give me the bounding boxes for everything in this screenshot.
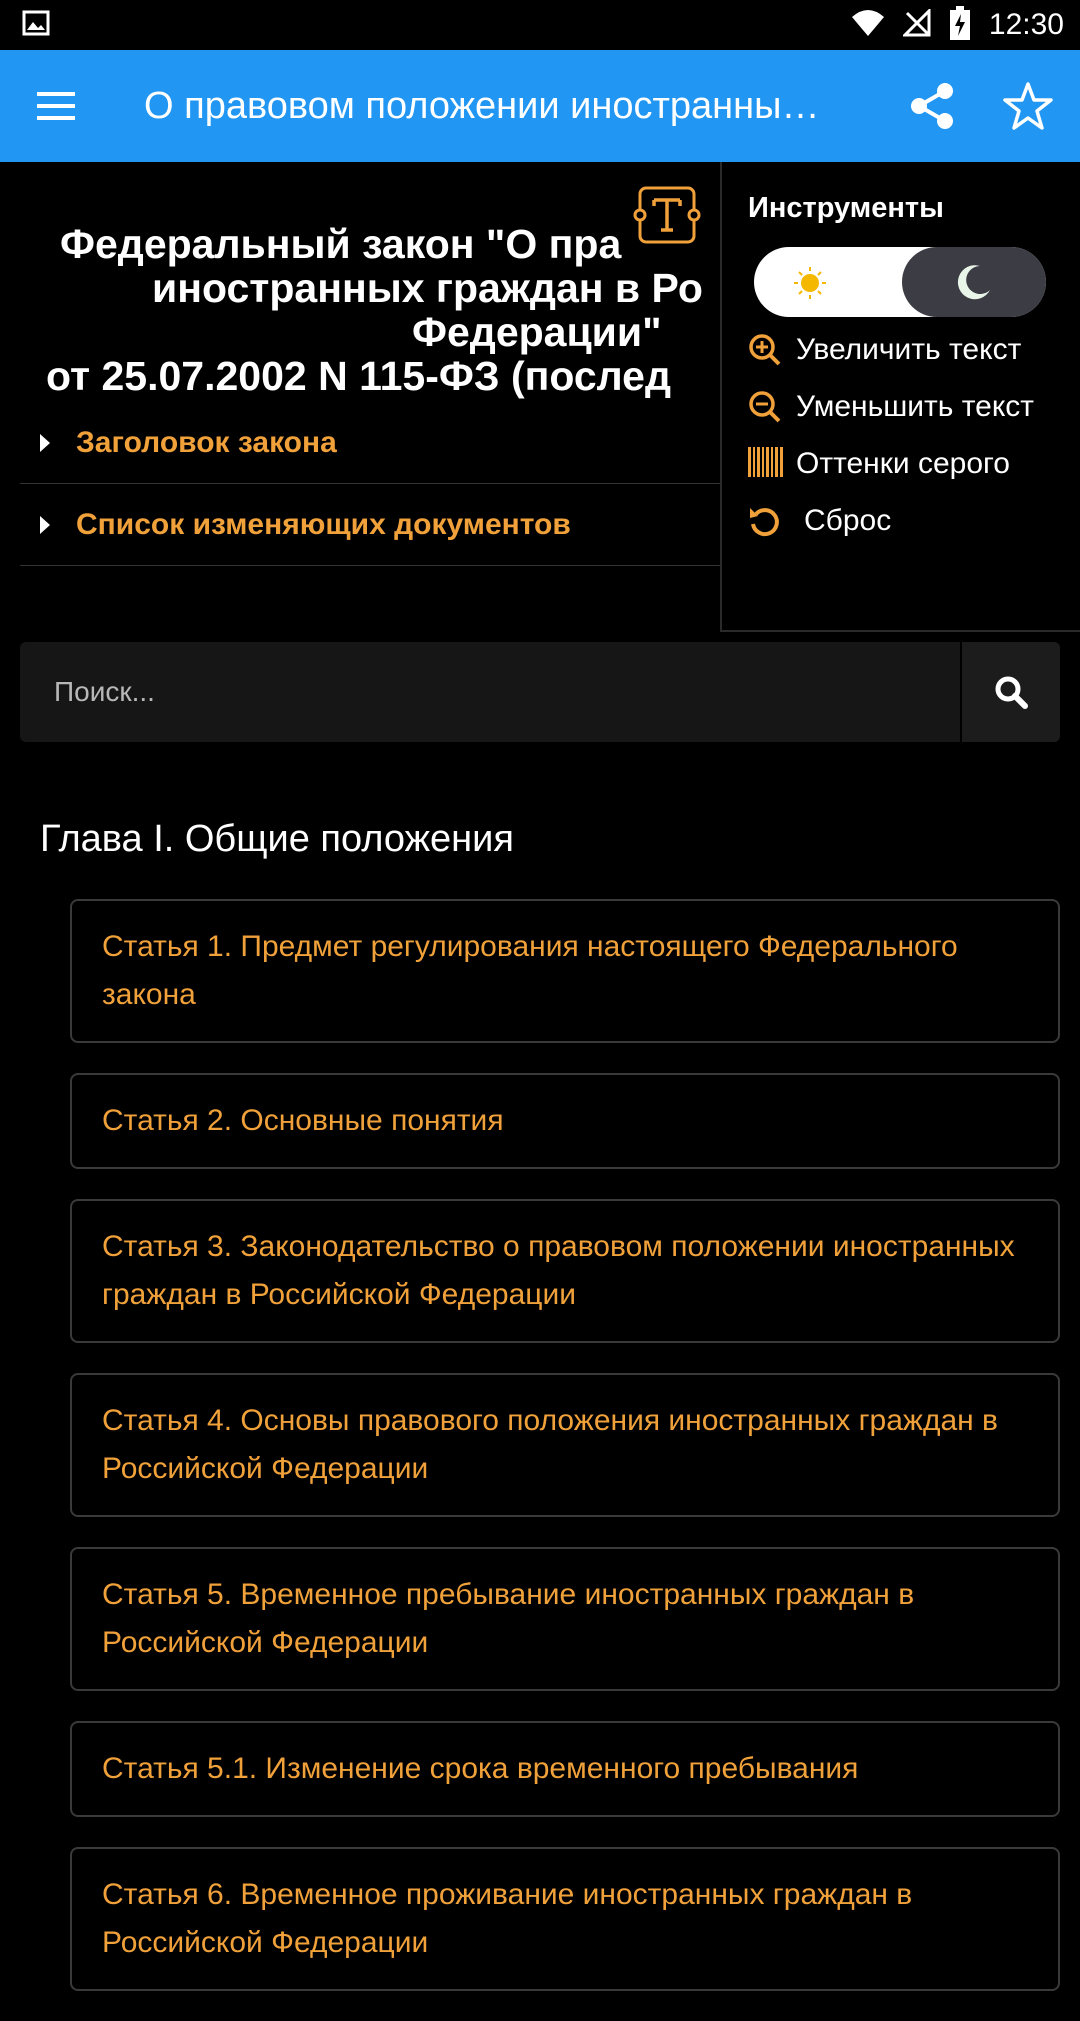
tool-label: Увеличить текст	[796, 333, 1022, 366]
search-input[interactable]	[20, 642, 960, 742]
tools-title: Инструменты	[748, 192, 944, 224]
app-bar: О правовом положении иностранны…	[0, 50, 1080, 162]
caret-right-icon	[40, 433, 50, 452]
search-bar	[20, 642, 1060, 742]
status-icons: 12:30	[851, 5, 1064, 45]
reset-button[interactable]: Сброс	[748, 502, 1054, 539]
app-title: О правовом положении иностранны…	[144, 84, 820, 127]
menu-button[interactable]	[0, 50, 112, 162]
no-signal-icon	[901, 6, 931, 42]
wifi-icon	[851, 9, 885, 42]
zoom-in-icon	[748, 331, 796, 367]
grayscale-button[interactable]: Оттенки серого	[748, 445, 1054, 482]
increase-text-button[interactable]: Увеличить текст	[748, 331, 1054, 368]
share-icon	[911, 83, 953, 129]
share-button[interactable]	[884, 50, 980, 162]
tools-panel: Инструменты Увеличить текст Уменьшить те…	[720, 162, 1080, 632]
article-item[interactable]: Статья 3. Законодательство о правовом по…	[70, 1199, 1060, 1343]
moon-icon	[957, 265, 990, 300]
theme-toggle[interactable]	[754, 247, 1046, 317]
tool-label: Оттенки серого	[796, 447, 1010, 480]
menu-icon	[37, 92, 75, 120]
status-bar: 12:30	[0, 0, 1080, 50]
sun-icon	[794, 267, 826, 304]
image-icon	[22, 10, 50, 41]
zoom-out-icon	[748, 388, 796, 424]
caret-right-icon	[40, 515, 50, 534]
article-item[interactable]: Статья 2. Основные понятия	[70, 1073, 1060, 1169]
article-item[interactable]: Статья 5.1. Изменение срока временного п…	[70, 1721, 1060, 1817]
tool-label: Сброс	[804, 504, 892, 537]
search-icon	[995, 676, 1028, 709]
article-list: Статья 1. Предмет регулирования настояще…	[70, 899, 1060, 2021]
theme-toggle-knob	[902, 247, 1046, 317]
grayscale-icon	[748, 445, 796, 477]
decrease-text-button[interactable]: Уменьшить текст	[748, 388, 1054, 425]
article-item[interactable]: Статья 5. Временное пребывание иностранн…	[70, 1547, 1060, 1691]
search-button[interactable]	[960, 642, 1060, 742]
battery-charging-icon	[949, 5, 971, 45]
star-icon	[1003, 82, 1053, 130]
text-tools-icon[interactable]	[632, 184, 702, 251]
article-item[interactable]: Статья 4. Основы правового положения ино…	[70, 1373, 1060, 1517]
section-label: Список изменяющих документов	[76, 507, 571, 541]
article-item[interactable]: Статья 1. Предмет регулирования настояще…	[70, 899, 1060, 1043]
status-time: 12:30	[988, 8, 1064, 41]
favorite-button[interactable]	[980, 50, 1076, 162]
reset-icon	[748, 502, 804, 538]
article-item[interactable]: Статья 6. Временное проживание иностранн…	[70, 1847, 1060, 1991]
chapter-title: Глава I. Общие положения	[40, 818, 514, 860]
tool-label: Уменьшить текст	[796, 390, 1035, 423]
section-label: Заголовок закона	[76, 425, 337, 459]
